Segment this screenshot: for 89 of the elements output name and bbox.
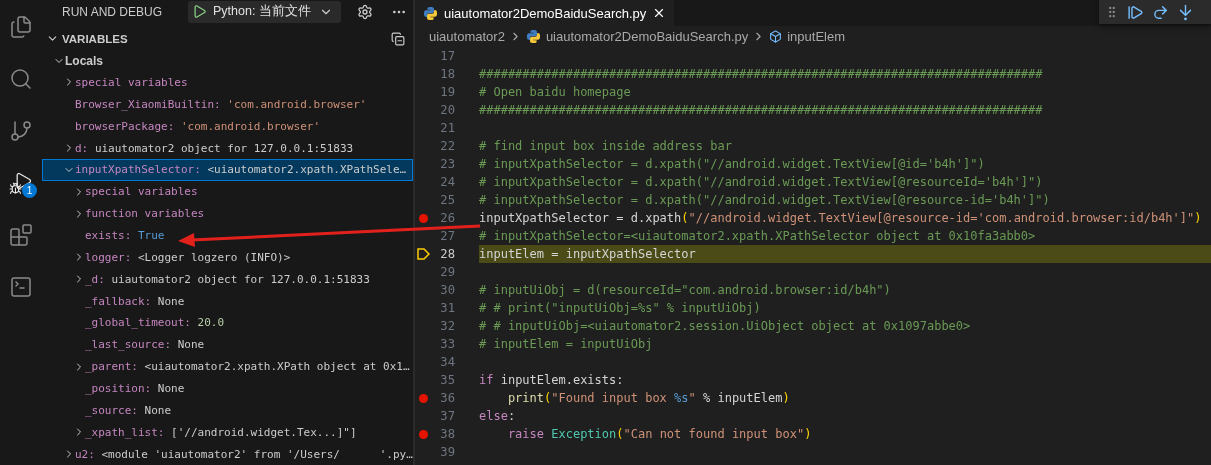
line-number: 18 bbox=[439, 67, 455, 81]
code-line: # find input box inside address bar bbox=[479, 139, 732, 153]
line-number: 21 bbox=[439, 121, 455, 135]
step-over-icon[interactable] bbox=[1152, 3, 1169, 21]
code-line: # # print("inputUiObj=%s" % inputUiObj) bbox=[479, 301, 761, 315]
code-line: # inputXpathSelector = d.xpath("//android.widget.TextView[@resourceId='b4h']") bbox=[479, 175, 1043, 189]
variable-symbol-icon bbox=[769, 30, 783, 43]
line-number: 20 bbox=[439, 103, 455, 117]
code-line: raise Exception("Can not found input box") bbox=[506, 427, 812, 441]
breadcrumb-item[interactable]: uiautomator2DemoBaiduSearch.py bbox=[545, 29, 749, 44]
code-line: # # inputUiObj=<uiautomator2.session.UiObject object at 0x1097abbe0> bbox=[479, 319, 971, 333]
code-line: ############################################################################## bbox=[479, 103, 1043, 117]
line-number: 29 bbox=[439, 265, 455, 279]
files-icon bbox=[9, 15, 33, 39]
collapse-all-icon[interactable] bbox=[391, 31, 405, 46]
line-number: 22 bbox=[439, 139, 455, 153]
code-line: # inputElem = inputUiObj bbox=[479, 337, 653, 351]
search-icon bbox=[9, 67, 33, 91]
play-icon bbox=[192, 4, 207, 20]
launch-config-dropdown[interactable]: Python: 当前文件 bbox=[188, 0, 341, 23]
line-number: 28 bbox=[439, 247, 455, 261]
line-number: 27 bbox=[439, 229, 455, 243]
variable-row[interactable]: function variables bbox=[42, 202, 413, 225]
variable-row[interactable]: browserPackage: 'com.android.browser' bbox=[42, 115, 413, 138]
variable-row[interactable]: _parent: <uiautomator2.xpath.XPath object at 0x1… bbox=[42, 355, 413, 378]
code-line: # inputXpathSelector=<uiautomator2.xpath.XPathSelector object at 0x10fa3abb0> bbox=[479, 229, 1036, 243]
variable-row[interactable]: Browser_XiaomiBuiltin: 'com.android.browser' bbox=[42, 93, 413, 116]
code-line: # inputUiObj = d(resourceId="com.android.browser:id/b4h") bbox=[479, 283, 891, 297]
terminal-icon bbox=[9, 275, 33, 299]
variable-row[interactable]: _fallback: None bbox=[42, 290, 413, 312]
count-badge: 1 bbox=[22, 183, 37, 198]
line-number: 26 bbox=[439, 211, 455, 225]
section-header[interactable]: VARIABLES bbox=[42, 27, 413, 50]
breakpoint-dot[interactable] bbox=[418, 213, 428, 223]
line-number: 35 bbox=[439, 373, 455, 387]
breakpoint-dot[interactable] bbox=[418, 393, 428, 403]
scope-row[interactable]: Locals bbox=[42, 49, 413, 72]
continue-icon[interactable] bbox=[1127, 3, 1144, 21]
variable-row[interactable]: special variables bbox=[42, 71, 413, 94]
line-number: 34 bbox=[439, 355, 455, 369]
line-number: 37 bbox=[439, 409, 455, 423]
line-number: 25 bbox=[439, 193, 455, 207]
panel-title: RUN AND DEBUG bbox=[62, 4, 163, 19]
breadcrumb-item[interactable]: inputElem bbox=[787, 29, 846, 44]
breakpoint-dot[interactable] bbox=[418, 429, 428, 439]
line-gutter[interactable]: 28 bbox=[415, 245, 479, 263]
variable-row[interactable]: _last_source: None bbox=[42, 333, 413, 356]
settings-icon[interactable] bbox=[357, 3, 373, 20]
editor-tab[interactable]: uiautomator2DemoBaiduSearch.py bbox=[415, 0, 675, 26]
code-line: # inputXpathSelector = d.xpath("//android.widget.TextView[@resource-id='b4h']") bbox=[479, 193, 1050, 207]
line-number: 39 bbox=[439, 445, 455, 459]
line-number: 31 bbox=[439, 301, 455, 315]
variable-row[interactable]: inputXpathSelector: <uiautomator2.xpath.XPathSele… bbox=[42, 158, 413, 181]
activity-item[interactable]: 1 bbox=[0, 158, 42, 208]
line-number: 24 bbox=[439, 175, 455, 189]
variable-row[interactable]: exists: True bbox=[42, 224, 413, 247]
line-number: 19 bbox=[439, 85, 455, 99]
line-number: 38 bbox=[439, 427, 455, 441]
code-line: inputXpathSelector = d.xpath("//android.widget.TextView[@resource-id='com.android.browser:id/b4h']") bbox=[479, 211, 1202, 225]
code-line: print("Found input box %s" % inputElem) bbox=[506, 391, 790, 405]
variable-row[interactable]: _source: None bbox=[42, 399, 413, 422]
line-number: 32 bbox=[439, 319, 455, 333]
branch-icon bbox=[9, 119, 33, 143]
variable-row[interactable]: _global_timeout: 20.0 bbox=[42, 312, 413, 334]
variable-row[interactable]: d: uiautomator2 object for 127.0.0.1:51833 bbox=[42, 137, 413, 159]
variable-row[interactable]: _position: None bbox=[42, 377, 413, 400]
current-line-arrow-icon bbox=[416, 248, 430, 260]
line-number: 23 bbox=[439, 157, 455, 171]
breadcrumb-item[interactable]: uiautomator2 bbox=[429, 29, 505, 44]
python-icon bbox=[423, 5, 438, 21]
variable-row[interactable]: special variables bbox=[42, 180, 413, 203]
line-number: 17 bbox=[439, 49, 455, 63]
variable-row[interactable]: _xpath_list: ['//android.widget.Tex...]"] bbox=[42, 421, 413, 444]
variable-row[interactable]: u2: <module 'uiautomator2' from '/Users/ '.py… bbox=[42, 443, 413, 465]
python-icon bbox=[525, 29, 541, 44]
line-number: 36 bbox=[439, 391, 455, 405]
step-into-icon[interactable] bbox=[1177, 3, 1194, 21]
line-number: 33 bbox=[439, 337, 455, 351]
run-debug-icon bbox=[9, 171, 33, 195]
code-line: # Open baidu homepage bbox=[479, 85, 631, 99]
code-line: ############################################################################## bbox=[479, 67, 1043, 81]
code-line: else: bbox=[479, 409, 516, 423]
extensions-icon bbox=[9, 223, 33, 247]
code-line: # inputXpathSelector = d.xpath("//android.widget.TextView[@id='b4h']") bbox=[479, 157, 985, 171]
code-line: if inputElem.exists: bbox=[479, 373, 624, 387]
line-number: 30 bbox=[439, 283, 455, 297]
code-line: inputElem = inputXpathSelector bbox=[479, 247, 696, 261]
variable-row[interactable]: logger: <Logger logzero (INFO)> bbox=[42, 246, 413, 269]
variable-row[interactable]: _d: uiautomator2 object for 127.0.0.1:51833 bbox=[42, 268, 413, 291]
